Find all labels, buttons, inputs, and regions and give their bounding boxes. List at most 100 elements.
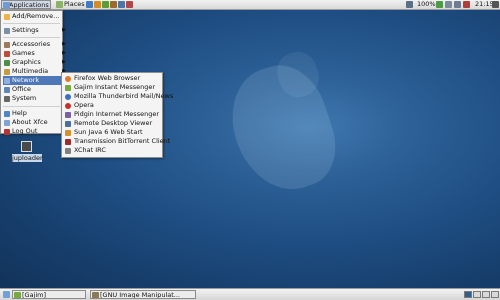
- submenu-item-opera[interactable]: Opera: [64, 101, 169, 110]
- launcher-mail-icon[interactable]: [94, 1, 101, 8]
- menu-item-games[interactable]: Games ▶: [3, 49, 69, 58]
- notification-icon[interactable]: [463, 1, 470, 8]
- submenu-item-firefox[interactable]: Firefox Web Browser: [64, 74, 169, 83]
- menu-item-label: Help: [12, 109, 27, 117]
- task-label: [Gajim]: [22, 291, 47, 299]
- menu-item-system[interactable]: System ▶: [3, 94, 69, 103]
- juploader-icon: [21, 141, 32, 152]
- menu-item-multimedia[interactable]: Multimedia ▶: [3, 67, 69, 76]
- java-icon: [65, 129, 71, 136]
- task-gajim[interactable]: [Gajim]: [12, 290, 86, 299]
- menu-item-office[interactable]: Office ▶: [3, 85, 69, 94]
- show-desktop-icon[interactable]: [3, 291, 10, 298]
- menu-item-label: Multimedia: [12, 67, 49, 75]
- applications-menu: Add/Remove... Settings ▶ Accessories ▶ G…: [0, 10, 69, 135]
- menu-item-label: System: [12, 94, 37, 102]
- launcher-media-icon[interactable]: [126, 1, 133, 8]
- submenu-arrow-icon: ▶: [62, 50, 66, 56]
- system-icon: [4, 95, 10, 102]
- applications-menu-button[interactable]: Applications: [1, 0, 51, 9]
- remote-desktop-icon: [65, 120, 71, 127]
- games-icon: [4, 50, 10, 57]
- help-icon: [4, 110, 10, 117]
- menu-item-label: Add/Remove...: [12, 12, 60, 20]
- accessories-icon: [4, 41, 10, 48]
- workspace-2[interactable]: [473, 291, 481, 298]
- menu-item-label: Office: [12, 85, 31, 93]
- task-label: [GNU Image Manipulat...: [100, 291, 180, 299]
- thunderbird-icon: [65, 93, 71, 100]
- workspace-3[interactable]: [482, 291, 490, 298]
- workspace-4[interactable]: [491, 291, 499, 298]
- submenu-item-label: Sun Java 6 Web Start: [74, 128, 143, 136]
- network-icon[interactable]: [406, 1, 413, 8]
- firefox-icon: [65, 75, 71, 82]
- submenu-arrow-icon: ▶: [62, 27, 66, 33]
- battery-percentage: 100%: [417, 0, 436, 8]
- clock: 21:15: [475, 0, 494, 8]
- launcher-chat-icon[interactable]: [102, 1, 109, 8]
- submenu-item-label: Pidgin Internet Messenger: [74, 110, 159, 118]
- submenu-item-xchat[interactable]: XChat IRC: [64, 146, 169, 155]
- menu-item-log-out[interactable]: Log Out: [3, 127, 69, 136]
- places-menu-button[interactable]: Places: [55, 0, 85, 9]
- gajim-icon: [65, 84, 71, 91]
- menu-item-label: Accessories: [12, 40, 51, 48]
- menu-item-graphics[interactable]: Graphics ▶: [3, 58, 69, 67]
- graphics-icon: [4, 59, 10, 66]
- menu-item-help[interactable]: Help: [3, 109, 69, 118]
- submenu-item-gajim[interactable]: Gajim Instant Messenger: [64, 83, 169, 92]
- multimedia-icon: [4, 68, 10, 75]
- menu-separator: [3, 106, 60, 107]
- network-icon: [4, 77, 10, 84]
- submenu-item-remote-desktop[interactable]: Remote Desktop Viewer: [64, 119, 169, 128]
- menu-item-label: About Xfce: [12, 118, 48, 126]
- submenu-item-label: Firefox Web Browser: [74, 74, 141, 82]
- menu-item-network[interactable]: Network ▶: [3, 76, 69, 85]
- power-icon[interactable]: [454, 1, 461, 8]
- desktop-icon-juploader[interactable]: juploader: [12, 141, 43, 165]
- submenu-item-pidgin[interactable]: Pidgin Internet Messenger: [64, 110, 169, 119]
- places-icon: [56, 1, 63, 8]
- opera-icon: [65, 102, 71, 109]
- logout-icon[interactable]: [492, 1, 499, 8]
- menu-item-about-xfce[interactable]: About Xfce: [3, 118, 69, 127]
- menu-item-label: Graphics: [12, 58, 41, 66]
- transmission-icon: [65, 138, 71, 145]
- gajim-task-icon: [14, 292, 21, 298]
- task-gimp[interactable]: [GNU Image Manipulat...: [90, 290, 196, 299]
- menu-item-accessories[interactable]: Accessories ▶: [3, 40, 69, 49]
- places-label: Places: [64, 0, 85, 8]
- launcher-files-icon[interactable]: [110, 1, 117, 8]
- menu-item-label: Games: [12, 49, 35, 57]
- submenu-item-java-web-start[interactable]: Sun Java 6 Web Start: [64, 128, 169, 137]
- submenu-item-label: Transmission BitTorrent Client: [74, 137, 171, 145]
- battery-icon: [436, 1, 443, 8]
- submenu-arrow-icon: ▶: [62, 41, 66, 47]
- network-submenu: Firefox Web Browser Gajim Instant Messen…: [61, 72, 173, 158]
- launcher-terminal-icon[interactable]: [118, 1, 125, 8]
- launcher-browser-icon[interactable]: [86, 1, 93, 8]
- submenu-arrow-icon: ▶: [62, 59, 66, 65]
- xchat-icon: [65, 147, 71, 154]
- submenu-item-label: XChat IRC: [74, 146, 106, 154]
- bottom-panel: [Gajim] [GNU Image Manipulat...: [0, 288, 500, 300]
- submenu-item-label: Opera: [74, 101, 94, 109]
- submenu-item-label: Gajim Instant Messenger: [74, 83, 156, 91]
- workspace-1[interactable]: [464, 291, 472, 298]
- menu-item-settings[interactable]: Settings ▶: [3, 26, 69, 35]
- office-icon: [4, 86, 10, 93]
- add-remove-icon: [4, 13, 10, 20]
- submenu-item-transmission[interactable]: Transmission BitTorrent Client: [64, 137, 171, 146]
- desktop-icon-label: juploader: [12, 154, 43, 162]
- about-icon: [4, 119, 10, 126]
- menu-separator: [3, 23, 60, 24]
- log-out-icon: [4, 128, 10, 135]
- menu-item-add-remove[interactable]: Add/Remove...: [3, 12, 69, 21]
- volume-icon[interactable]: [445, 1, 452, 8]
- menu-item-label: Settings: [12, 26, 39, 34]
- menu-separator: [3, 37, 60, 38]
- submenu-item-label: Mozilla Thunderbird Mail/News: [74, 92, 174, 100]
- submenu-item-thunderbird[interactable]: Mozilla Thunderbird Mail/News: [64, 92, 173, 101]
- submenu-item-label: Remote Desktop Viewer: [74, 119, 153, 127]
